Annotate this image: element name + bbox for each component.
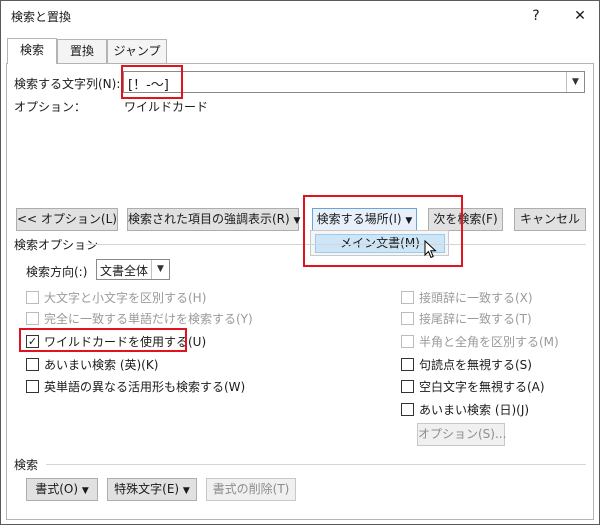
separator (86, 244, 586, 245)
chevron-down-icon: ▼ (405, 216, 413, 226)
less-options-button[interactable]: << オプション(L) (16, 208, 118, 231)
checkbox-label: 接尾辞に一致する(T) (419, 312, 532, 326)
fuzzy-options-button[interactable]: オプション(S)... (417, 423, 506, 446)
cancel-button[interactable]: キャンセル (514, 208, 586, 231)
search-input[interactable]: [！-～] ▼ (123, 71, 585, 93)
checkbox-label: 空白文字を無視する(A) (419, 380, 545, 394)
checkbox-label: 句読点を無視する(S) (419, 358, 532, 372)
checkbox-label: 半角と全角を区別する(M) (419, 335, 559, 349)
options-label: オプション： (14, 100, 87, 114)
chevron-down-icon: ▼ (182, 486, 190, 496)
checkbox-width-sensitive[interactable] (401, 335, 414, 348)
direction-select[interactable]: 文書全体 ▼ (96, 259, 170, 280)
special-button-label: 特殊文字(E) (114, 482, 180, 496)
checkbox-ignore-punctuation[interactable] (401, 358, 414, 371)
window-title: 検索と置換 (11, 10, 72, 24)
chevron-down-icon[interactable]: ▼ (566, 72, 584, 92)
checkbox-match-case[interactable] (26, 291, 39, 304)
checkbox-whole-word[interactable] (26, 312, 39, 325)
check-icon: ✓ (27, 335, 38, 348)
format-button[interactable]: 書式(O) ▼ (26, 478, 98, 501)
find-in-button[interactable]: 検索する場所(I) ▼ (312, 208, 417, 231)
checkbox-label: あいまい検索 (英)(K) (44, 358, 159, 372)
separator (46, 464, 586, 465)
chevron-down-icon: ▼ (81, 486, 89, 496)
checkbox-label: ワイルドカードを使用する(U) (44, 335, 207, 349)
options-summary: ワイルドカード (124, 100, 209, 114)
tab-replace[interactable]: 置換 (57, 39, 107, 63)
tab-find[interactable]: 検索 (7, 38, 57, 64)
checkbox-match-prefix[interactable] (401, 291, 414, 304)
checkbox-use-wildcards[interactable]: ✓ (26, 335, 39, 348)
checkbox-fuzzy-japanese[interactable] (401, 403, 414, 416)
direction-label: 検索方向(:) (26, 265, 88, 279)
find-replace-dialog: 検索と置換 ? ✕ 検索 置換 ジャンプ 検索する文字列(N): [！-～] ▼… (0, 0, 600, 525)
chevron-down-icon[interactable]: ▼ (151, 260, 169, 279)
close-button[interactable]: ✕ (567, 4, 593, 28)
find-in-button-label: 検索する場所(I) (316, 212, 402, 226)
help-button[interactable]: ? (523, 4, 549, 28)
highlight-button-label: 検索された項目の強調表示(R) (128, 212, 290, 226)
checkbox-ignore-whitespace[interactable] (401, 380, 414, 393)
clear-format-button[interactable]: 書式の削除(T) (206, 478, 296, 501)
search-label: 検索する文字列(N): (14, 77, 121, 91)
highlight-button[interactable]: 検索された項目の強調表示(R) ▼ (127, 208, 301, 231)
checkbox-label: 英単語の異なる活用形も検索する(W) (44, 380, 246, 394)
checkbox-match-suffix[interactable] (401, 312, 414, 325)
title-bar: 検索と置換 ? ✕ (1, 1, 599, 31)
checkbox-label: あいまい検索 (日)(J) (419, 403, 530, 417)
tab-goto[interactable]: ジャンプ (107, 39, 167, 63)
find-next-button[interactable]: 次を検索(F) (428, 208, 503, 231)
special-button[interactable]: 特殊文字(E) ▼ (107, 478, 197, 501)
format-button-label: 書式(O) (35, 482, 79, 496)
checkbox-label: 大文字と小文字を区別する(H) (44, 291, 207, 305)
checkbox-word-forms[interactable] (26, 380, 39, 393)
checkbox-label: 完全に一致する単語だけを検索する(Y) (44, 312, 253, 326)
checkbox-label: 接頭辞に一致する(X) (419, 291, 533, 305)
checkbox-fuzzy-english[interactable] (26, 358, 39, 371)
chevron-down-icon: ▼ (293, 216, 301, 226)
bottom-heading: 検索 (14, 458, 39, 472)
search-input-value: [！-～] (128, 78, 169, 93)
mouse-pointer-icon (424, 240, 437, 259)
direction-value: 文書全体 (100, 264, 149, 278)
